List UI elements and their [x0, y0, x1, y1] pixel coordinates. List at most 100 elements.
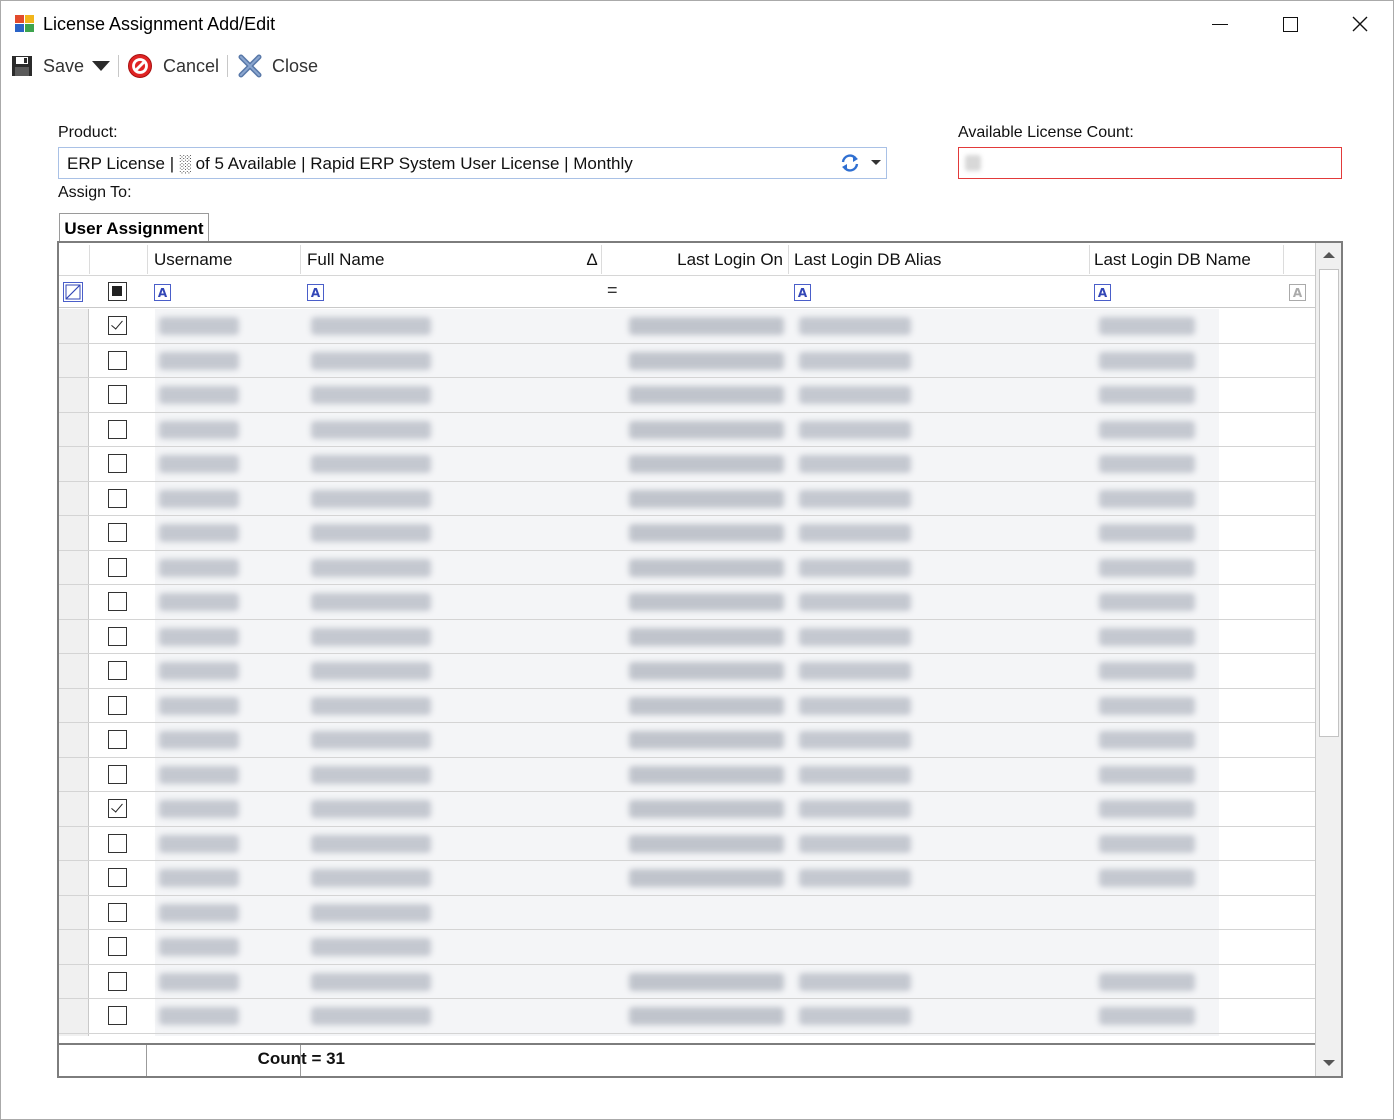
column-header-last-login-db-name[interactable]: Last Login DB Name	[1090, 243, 1280, 276]
tab-user-assignment[interactable]: User Assignment	[59, 213, 209, 243]
table-row[interactable]	[59, 343, 1315, 378]
full-name-filter-icon[interactable]: A	[307, 284, 324, 301]
row-selector[interactable]	[59, 688, 89, 722]
table-row[interactable]	[59, 378, 1315, 413]
select-all-checkbox[interactable]	[108, 282, 127, 301]
row-checkbox[interactable]	[108, 833, 127, 853]
redacted-username	[159, 524, 239, 542]
row-checkbox[interactable]	[108, 730, 127, 749]
row-selector[interactable]	[59, 585, 89, 619]
row-selector[interactable]	[59, 999, 89, 1033]
table-row[interactable]	[59, 481, 1315, 516]
cancel-button[interactable]: Cancel	[127, 49, 219, 83]
row-checkbox[interactable]	[108, 695, 127, 715]
filter-clear-icon[interactable]	[63, 282, 83, 302]
row-checkbox[interactable]	[108, 937, 127, 956]
minimize-button[interactable]	[1185, 1, 1255, 47]
row-selector[interactable]	[59, 516, 89, 550]
scroll-up-button[interactable]	[1316, 243, 1341, 267]
row-checkbox[interactable]	[108, 523, 127, 542]
row-selector[interactable]	[59, 481, 89, 515]
table-row[interactable]	[59, 999, 1315, 1034]
column-header-last-login-on[interactable]: Last Login On	[601, 243, 787, 276]
row-selector[interactable]	[59, 1033, 89, 1036]
row-selector[interactable]	[59, 792, 89, 826]
row-selector[interactable]	[59, 930, 89, 964]
table-row[interactable]	[59, 688, 1315, 723]
column-header-full-name[interactable]: Full Name	[303, 243, 603, 276]
row-checkbox[interactable]	[108, 799, 127, 818]
row-checkbox[interactable]	[108, 764, 127, 784]
db-alias-filter-icon[interactable]: A	[794, 284, 811, 301]
table-row[interactable]	[59, 964, 1315, 999]
table-row[interactable]	[59, 1033, 1315, 1036]
table-row[interactable]	[59, 516, 1315, 551]
redacted-db-alias	[799, 972, 911, 991]
refresh-icon[interactable]	[839, 152, 861, 174]
row-checkbox[interactable]	[108, 868, 127, 887]
row-selector[interactable]	[59, 861, 89, 895]
row-checkbox[interactable]	[108, 385, 127, 404]
table-row[interactable]	[59, 412, 1315, 447]
row-checkbox[interactable]	[108, 1006, 127, 1025]
table-row[interactable]	[59, 585, 1315, 620]
row-selector[interactable]	[59, 343, 89, 377]
table-row[interactable]	[59, 895, 1315, 930]
redacted-full-name	[311, 420, 431, 439]
row-selector[interactable]	[59, 412, 89, 446]
save-dropdown-button[interactable]	[91, 49, 111, 83]
row-checkbox[interactable]	[108, 350, 127, 370]
chevron-down-icon[interactable]	[871, 160, 881, 165]
redacted-db-alias	[799, 455, 911, 473]
row-checkbox[interactable]	[108, 626, 127, 646]
row-checkbox[interactable]	[108, 419, 127, 439]
table-row[interactable]	[59, 550, 1315, 585]
row-checkbox[interactable]	[108, 661, 127, 680]
row-selector[interactable]	[59, 654, 89, 688]
extra-filter-icon[interactable]: A	[1289, 284, 1306, 301]
vertical-scrollbar[interactable]	[1315, 243, 1341, 1076]
row-selector[interactable]	[59, 723, 89, 757]
available-license-count-field[interactable]	[958, 147, 1342, 179]
row-selector[interactable]	[59, 550, 89, 584]
maximize-button[interactable]	[1255, 1, 1325, 47]
column-header-last-login-db-alias[interactable]: Last Login DB Alias	[790, 243, 1086, 276]
product-combobox[interactable]: ERP License | ░ of 5 Available | Rapid E…	[58, 147, 887, 179]
scrollbar-thumb[interactable]	[1319, 269, 1339, 737]
table-row[interactable]	[59, 654, 1315, 689]
close-button[interactable]: Close	[237, 49, 318, 83]
table-row[interactable]	[59, 309, 1315, 344]
row-checkbox[interactable]	[108, 557, 127, 577]
row-checkbox[interactable]	[108, 316, 127, 335]
redacted-db-name	[1099, 972, 1195, 991]
row-checkbox[interactable]	[108, 592, 127, 611]
row-selector[interactable]	[59, 309, 89, 343]
table-row[interactable]	[59, 447, 1315, 482]
db-name-filter-icon[interactable]: A	[1094, 284, 1111, 301]
row-selector[interactable]	[59, 964, 89, 998]
row-checkbox[interactable]	[108, 971, 127, 991]
table-row[interactable]	[59, 930, 1315, 965]
save-button[interactable]: Save	[11, 49, 84, 83]
row-checkbox[interactable]	[108, 902, 127, 922]
row-selector[interactable]	[59, 757, 89, 791]
row-selector[interactable]	[59, 619, 89, 653]
table-row[interactable]	[59, 792, 1315, 827]
table-row[interactable]	[59, 723, 1315, 758]
table-row[interactable]	[59, 757, 1315, 792]
scroll-down-button[interactable]	[1316, 1051, 1341, 1075]
close-window-button[interactable]	[1325, 1, 1394, 47]
username-filter-icon[interactable]: A	[154, 284, 171, 301]
row-selector[interactable]	[59, 378, 89, 412]
table-row[interactable]	[59, 861, 1315, 896]
table-row[interactable]	[59, 619, 1315, 654]
redacted-db-name	[1099, 317, 1195, 335]
row-checkbox[interactable]	[108, 454, 127, 473]
row-checkbox[interactable]	[108, 488, 127, 508]
row-selector[interactable]	[59, 826, 89, 860]
table-row[interactable]	[59, 826, 1315, 861]
row-selector[interactable]	[59, 447, 89, 481]
last-login-on-filter-operator[interactable]: =	[607, 280, 618, 301]
column-header-username[interactable]: Username	[150, 243, 300, 276]
row-selector[interactable]	[59, 895, 89, 929]
